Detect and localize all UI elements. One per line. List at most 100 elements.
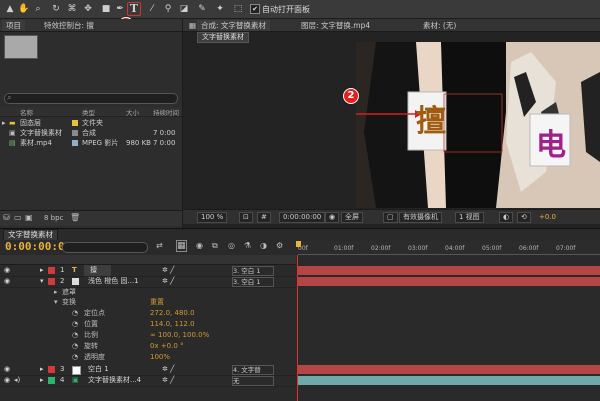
expand-arrow-icon[interactable]: ▾ (54, 297, 58, 307)
stopwatch-icon[interactable]: ◔ (72, 352, 78, 362)
views-select[interactable]: 1 视图 (455, 212, 484, 223)
tab-project[interactable]: 项目 (2, 20, 25, 31)
rotate-tool-icon[interactable]: ↻ (50, 3, 62, 15)
switches-icon[interactable]: ✲ ╱ (162, 276, 174, 287)
new-folder-icon[interactable]: ▭ (14, 213, 22, 222)
composition-breadcrumb[interactable]: 文字替换素材 (197, 32, 249, 43)
camera-tool-icon[interactable]: ⌘ (66, 3, 78, 15)
layer-duration-bar[interactable] (298, 277, 600, 286)
draft-3d-icon[interactable]: ▦ (176, 240, 187, 252)
parent-select[interactable]: 3. 空白 1 (232, 266, 274, 276)
property-row[interactable]: ◔ 位置 114.0, 112.0 (0, 319, 296, 329)
rectangle-mask-tool-icon[interactable]: ■ (100, 3, 112, 15)
stopwatch-icon[interactable]: ◔ (72, 330, 78, 340)
camera-select[interactable]: 有效摄像机 (399, 212, 442, 223)
pen-tool-icon[interactable]: ✒ (114, 3, 126, 15)
visibility-icon[interactable]: ◉ (4, 276, 10, 287)
time-ruler[interactable]: 00f 01:00f 02:00f 03:00f 04:00f 05:00f 0… (296, 241, 600, 255)
reset-link[interactable]: 重置 (150, 297, 164, 307)
expand-arrow-icon[interactable]: ▸ (2, 118, 6, 128)
layer-row[interactable]: ◉ ◂) ▸ 4 ▣ 文字替换素材...4 ✲ ╱ 无 (0, 375, 296, 387)
text-tool-icon[interactable]: T (127, 2, 141, 16)
switches-icon[interactable]: ✲ ╱ (162, 364, 174, 375)
snap-icon[interactable]: ⬚ (232, 3, 244, 15)
col-duration[interactable]: 持续时间 (153, 107, 179, 117)
puppet-pin-tool-icon[interactable]: ✦ (214, 3, 226, 15)
channel-icon[interactable]: ◐ (499, 212, 514, 223)
property-value[interactable]: 272.0, 480.0 (150, 308, 195, 318)
transform-group[interactable]: ▾ 变换 重置 (0, 297, 296, 307)
layer-duration-bar[interactable] (298, 365, 600, 374)
hand-tool-icon[interactable]: ✋ (18, 3, 30, 15)
col-name[interactable]: 名称 (20, 107, 33, 117)
property-row[interactable]: ◔ 旋转 0x +0.0 ° (0, 341, 296, 351)
property-value[interactable]: 0x +0.0 ° (150, 341, 184, 351)
col-type[interactable]: 类型 (82, 107, 95, 117)
exposure-value[interactable]: +0.0 (539, 213, 556, 221)
layer-name[interactable]: 空白 1 (88, 364, 109, 375)
project-item-folder[interactable]: ▸ ▬ 固态层 文件夹 (0, 118, 182, 128)
new-composition-icon[interactable]: ▣ (25, 213, 33, 222)
layer-duration-bar[interactable] (298, 266, 600, 275)
tab-composition[interactable]: 合成: 文字替换素材 (197, 20, 270, 31)
col-size[interactable]: 大小 (126, 107, 139, 117)
property-row[interactable]: ◔ 透明度 100% (0, 352, 296, 362)
visibility-icon[interactable]: ◉ (4, 265, 10, 276)
switches-icon[interactable]: ✲ ╱ (162, 265, 174, 276)
layer-name[interactable]: 文字替换素材...4 (88, 375, 141, 386)
project-search-input[interactable]: ⌕ (4, 93, 178, 104)
property-row[interactable]: ◔ 比例 ∞ 100.0, 100.0% (0, 330, 296, 340)
auto-keyframe-icon[interactable]: ⚙ (276, 241, 283, 250)
shy-icon[interactable]: ◉ (196, 241, 203, 250)
tab-effect-controls[interactable]: 特效控制台: 擅 (40, 20, 98, 31)
tab-layer[interactable]: 图层: 文字替换.mp4 (297, 20, 374, 31)
parent-select[interactable]: 3. 空白 1 (232, 277, 274, 287)
auto-open-panel-checkbox[interactable]: ✔ (250, 4, 260, 14)
motion-blur-icon[interactable]: ◎ (228, 241, 235, 250)
expand-arrow-icon[interactable]: ▾ (40, 276, 44, 287)
selection-tool-icon[interactable]: ▲ (4, 3, 16, 15)
playhead-handle[interactable] (296, 241, 301, 247)
graph-editor-icon[interactable]: ◑ (260, 241, 267, 250)
resolution-select[interactable]: 全屏 (341, 212, 363, 223)
trash-icon[interactable]: 🗑 (70, 213, 80, 222)
clone-stamp-tool-icon[interactable]: ⚲ (162, 3, 174, 15)
expand-arrow-icon[interactable]: ▸ (40, 375, 44, 386)
label-color-swatch[interactable] (48, 377, 55, 384)
roto-brush-tool-icon[interactable]: ✎ (196, 3, 208, 15)
property-row[interactable]: ◔ 定位点 272.0, 480.0 (0, 308, 296, 318)
fit-icon[interactable]: ⊡ (239, 212, 253, 223)
switches-icon[interactable]: ✲ ╱ (162, 375, 174, 386)
expand-arrow-icon[interactable]: ▸ (40, 364, 44, 375)
audio-icon[interactable]: ◂) (14, 375, 20, 386)
comp-mini-flowchart-icon[interactable]: ⇄ (156, 241, 163, 250)
tab-footage[interactable]: 素材: (无) (419, 20, 460, 31)
visibility-icon[interactable]: ◉ (4, 375, 10, 386)
stopwatch-icon[interactable]: ◔ (72, 308, 78, 318)
timeline-tab[interactable]: 文字替换素材 (3, 229, 58, 240)
layer-name[interactable]: 浅色 橙色 固...1 (88, 276, 139, 287)
project-item-composition[interactable]: ▣ 文字替换素材 合成 7 0:00 (0, 128, 182, 138)
property-value[interactable]: ∞ 100.0, 100.0% (150, 330, 209, 340)
layer-name[interactable]: 擅 (84, 265, 111, 276)
eraser-tool-icon[interactable]: ◪ (178, 3, 190, 15)
pan-behind-tool-icon[interactable]: ✥ (82, 3, 94, 15)
zoom-select[interactable]: 100 % (197, 212, 228, 223)
stopwatch-icon[interactable]: ◔ (72, 319, 78, 329)
label-color-swatch[interactable] (48, 366, 55, 373)
expand-arrow-icon[interactable]: ▸ (54, 287, 58, 297)
property-value[interactable]: 100% (150, 352, 170, 362)
timecode-icon[interactable]: 0:00:00:00 (279, 212, 326, 223)
video-frame[interactable]: 擅 电 (356, 42, 600, 208)
bpc-label[interactable]: 8 bpc (44, 214, 63, 222)
project-item-footage[interactable]: ▤ 素材.mp4 MPEG 影片 980 KB 7 0:00 (0, 138, 182, 148)
interpret-footage-icon[interactable]: ⛁ (3, 213, 10, 222)
layer-duration-bar[interactable] (298, 376, 600, 385)
masks-group[interactable]: ▸ 遮罩 (0, 287, 296, 297)
snapshot-icon[interactable]: ◉ (325, 212, 340, 223)
region-icon[interactable]: ▢ (383, 212, 398, 223)
property-value[interactable]: 114.0, 112.0 (150, 319, 195, 329)
label-color-swatch[interactable] (48, 278, 55, 285)
timeline-search-input[interactable] (62, 242, 148, 253)
brush-tool-icon[interactable]: ⁄ (146, 3, 158, 15)
